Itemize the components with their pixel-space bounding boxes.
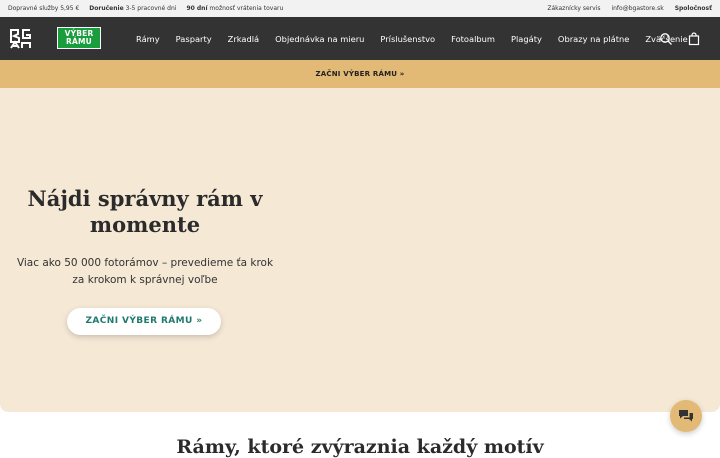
company-link[interactable]: Spoločnosť — [675, 5, 712, 12]
email-link[interactable]: info@bgastore.sk — [611, 5, 663, 12]
frame-selection-badge[interactable]: VÝBER RÁMU — [57, 27, 101, 49]
hero-title: Nájdi správny rám v momente — [27, 186, 263, 237]
shipping-info: Dopravné služby 5,95 € — [8, 5, 80, 12]
section-title: Rámy, ktoré zvýraznia každý motív — [176, 436, 544, 458]
main-nav: VÝBER RÁMU Rámy Pasparty Zrkadlá Objedná… — [0, 17, 720, 60]
nav-item-obrazy[interactable]: Obrazy na plátne — [558, 34, 629, 44]
bga-logo[interactable] — [10, 28, 32, 50]
hero-section: Nájdi správny rám v momente Viac ako 50 … — [0, 88, 720, 412]
bga-logo-icon — [10, 29, 31, 49]
start-frame-selection-button[interactable]: ZAČNI VÝBER RÁMU » — [67, 308, 221, 335]
nav-item-ramy[interactable]: Rámy — [136, 34, 160, 44]
badge-line-2: RÁMU — [66, 37, 92, 46]
nav-item-prislusenstvo[interactable]: Príslušenstvo — [380, 34, 435, 44]
nav-item-pasparty[interactable]: Pasparty — [176, 34, 212, 44]
chat-button[interactable] — [670, 400, 702, 432]
nav-item-objednavka[interactable]: Objednávka na mieru — [275, 34, 364, 44]
nav-item-plagaty[interactable]: Plagáty — [511, 34, 542, 44]
top-info-bar: Dopravné služby 5,95 € Doručenie 3-5 pra… — [0, 0, 720, 17]
nav-menu: Rámy Pasparty Zrkadlá Objednávka na mier… — [136, 34, 704, 44]
nav-item-fotoalbum[interactable]: Fotoalbum — [451, 34, 495, 44]
hero-subtitle: Viac ako 50 000 fotorámov – prevedieme ť… — [16, 257, 274, 286]
chat-icon — [679, 410, 693, 422]
returns-info: 90 dní možnosť vrátenia tovaru — [186, 5, 284, 12]
promo-banner-link[interactable]: ZAČNI VÝBER RÁMU » — [0, 60, 720, 88]
delivery-info: Doručenie 3-5 pracovné dni — [89, 5, 177, 12]
customer-service-link[interactable]: Zákaznícky servis — [547, 5, 600, 12]
nav-item-zrkadla[interactable]: Zrkadlá — [228, 34, 260, 44]
search-icon[interactable] — [659, 31, 673, 45]
shopping-bag-icon[interactable] — [687, 31, 701, 46]
